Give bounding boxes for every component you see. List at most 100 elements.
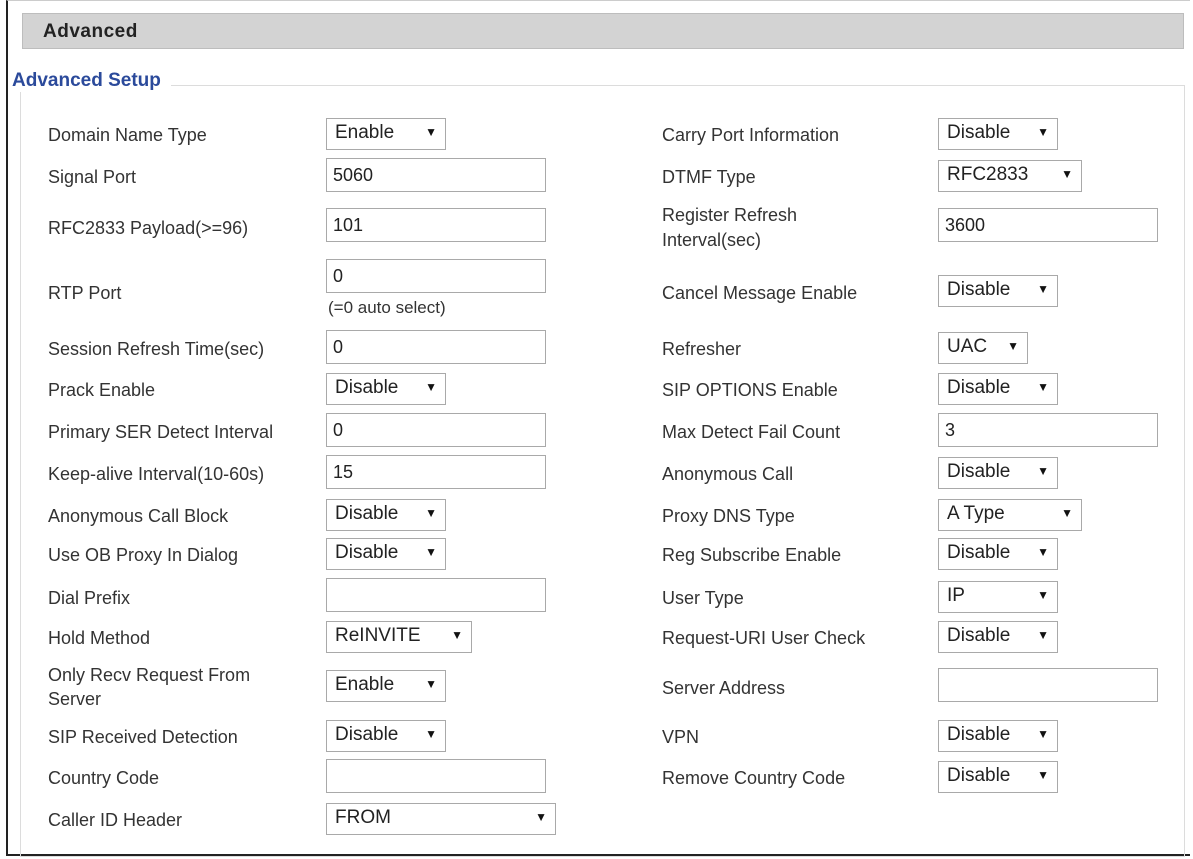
session-refresh-time-input[interactable] [326,330,546,364]
remove-country-code-value: Disable [947,765,1011,786]
server-address-input[interactable] [938,668,1158,702]
dropdown-arrow-icon: ▼ [425,545,437,559]
rfc2833-payload-input[interactable] [326,208,546,242]
only-recv-request-value: Enable [335,674,395,695]
caller-id-header-value: FROM [335,807,391,828]
country-code-label: Country Code [48,768,160,788]
vpn-label: VPN [662,727,700,747]
signal-port-label: Signal Port [48,167,137,187]
sip-options-enable-label: SIP OPTIONS Enable [662,380,838,400]
rtp-port-input[interactable] [326,259,546,293]
dropdown-arrow-icon: ▼ [1037,464,1049,478]
dropdown-arrow-icon: ▼ [1037,125,1049,139]
primary-ser-detect-interval-input[interactable] [326,413,546,447]
sip-received-detection-value: Disable [335,724,399,745]
dropdown-arrow-icon: ▼ [1037,380,1049,394]
user-type-select[interactable]: IP ▼ [938,581,1058,613]
use-ob-proxy-in-dialog-value: Disable [335,542,399,563]
register-refresh-interval-label-line2: Interval(sec) [662,230,762,250]
dropdown-arrow-icon: ▼ [1007,339,1019,353]
proxy-dns-type-value: A Type [947,503,1005,524]
dial-prefix-input[interactable] [326,578,546,612]
remove-country-code-select[interactable]: Disable ▼ [938,761,1058,793]
reg-subscribe-enable-label: Reg Subscribe Enable [662,545,842,565]
refresher-select[interactable]: UAC ▼ [938,332,1028,364]
dropdown-arrow-icon: ▼ [535,810,547,824]
dropdown-arrow-icon: ▼ [425,125,437,139]
caller-id-header-select[interactable]: FROM ▼ [326,803,556,835]
caller-id-header-label: Caller ID Header [48,810,183,830]
dial-prefix-label: Dial Prefix [48,588,131,608]
sip-options-enable-value: Disable [947,377,1011,398]
use-ob-proxy-in-dialog-label: Use OB Proxy In Dialog [48,545,239,565]
hold-method-value: ReINVITE [335,625,421,646]
dropdown-arrow-icon: ▼ [1037,545,1049,559]
dropdown-arrow-icon: ▼ [451,628,463,642]
section-header-bar: Advanced [22,13,1184,49]
rtp-port-label: RTP Port [48,283,122,303]
register-refresh-interval-input[interactable] [938,208,1158,242]
keep-alive-interval-input[interactable] [326,455,546,489]
use-ob-proxy-in-dialog-select[interactable]: Disable ▼ [326,538,446,570]
dropdown-arrow-icon: ▼ [1037,768,1049,782]
dtmf-type-value: RFC2833 [947,164,1029,185]
primary-ser-detect-interval-label: Primary SER Detect Interval [48,422,274,442]
anonymous-call-select[interactable]: Disable ▼ [938,457,1058,489]
carry-port-information-value: Disable [947,122,1011,143]
hold-method-select[interactable]: ReINVITE ▼ [326,621,472,653]
dropdown-arrow-icon: ▼ [1061,167,1073,181]
only-recv-request-select[interactable]: Enable ▼ [326,670,446,702]
register-refresh-interval-label-line1: Register Refresh [662,205,798,225]
dropdown-arrow-icon: ▼ [425,380,437,394]
session-refresh-time-label: Session Refresh Time(sec) [48,339,265,359]
dropdown-arrow-icon: ▼ [425,727,437,741]
request-uri-user-check-select[interactable]: Disable ▼ [938,621,1058,653]
user-type-value: IP [947,585,965,606]
cancel-message-enable-value: Disable [947,279,1011,300]
vpn-value: Disable [947,724,1011,745]
cancel-message-enable-select[interactable]: Disable ▼ [938,275,1058,307]
prack-enable-value: Disable [335,377,399,398]
country-code-input[interactable] [326,759,546,793]
dropdown-arrow-icon: ▼ [425,677,437,691]
carry-port-information-select[interactable]: Disable ▼ [938,118,1058,150]
sip-received-detection-select[interactable]: Disable ▼ [326,720,446,752]
vpn-select[interactable]: Disable ▼ [938,720,1058,752]
hold-method-label: Hold Method [48,628,151,648]
dropdown-arrow-icon: ▼ [1037,727,1049,741]
dropdown-arrow-icon: ▼ [1037,282,1049,296]
refresher-label: Refresher [662,339,742,359]
dropdown-arrow-icon: ▼ [1037,588,1049,602]
rfc2833-payload-label: RFC2833 Payload(>=96) [48,218,249,238]
anonymous-call-label: Anonymous Call [662,464,794,484]
carry-port-information-label: Carry Port Information [662,125,840,145]
reg-subscribe-enable-select[interactable]: Disable ▼ [938,538,1058,570]
only-recv-request-label-line2: Server [48,689,102,709]
rtp-port-hint: (=0 auto select) [328,298,446,317]
user-type-label: User Type [662,588,744,608]
prack-enable-select[interactable]: Disable ▼ [326,373,446,405]
anonymous-call-block-value: Disable [335,503,399,524]
dropdown-arrow-icon: ▼ [425,506,437,520]
advanced-setup-legend: Advanced Setup [10,70,171,92]
dropdown-arrow-icon: ▼ [1061,506,1073,520]
max-detect-fail-count-label: Max Detect Fail Count [662,422,841,442]
anonymous-call-block-label: Anonymous Call Block [48,506,229,526]
proxy-dns-type-label: Proxy DNS Type [662,506,795,526]
anonymous-call-block-select[interactable]: Disable ▼ [326,499,446,531]
sip-options-enable-select[interactable]: Disable ▼ [938,373,1058,405]
max-detect-fail-count-input[interactable] [938,413,1158,447]
domain-name-type-select[interactable]: Enable ▼ [326,118,446,150]
anonymous-call-value: Disable [947,461,1011,482]
remove-country-code-label: Remove Country Code [662,768,846,788]
only-recv-request-label-line1: Only Recv Request From [48,665,251,685]
dtmf-type-select[interactable]: RFC2833 ▼ [938,160,1082,192]
signal-port-input[interactable] [326,158,546,192]
domain-name-type-value: Enable [335,122,395,143]
keep-alive-interval-label: Keep-alive Interval(10-60s) [48,464,265,484]
reg-subscribe-enable-value: Disable [947,542,1011,563]
cancel-message-enable-label: Cancel Message Enable [662,283,858,303]
dropdown-arrow-icon: ▼ [1037,628,1049,642]
proxy-dns-type-select[interactable]: A Type ▼ [938,499,1082,531]
dtmf-type-label: DTMF Type [662,167,756,187]
